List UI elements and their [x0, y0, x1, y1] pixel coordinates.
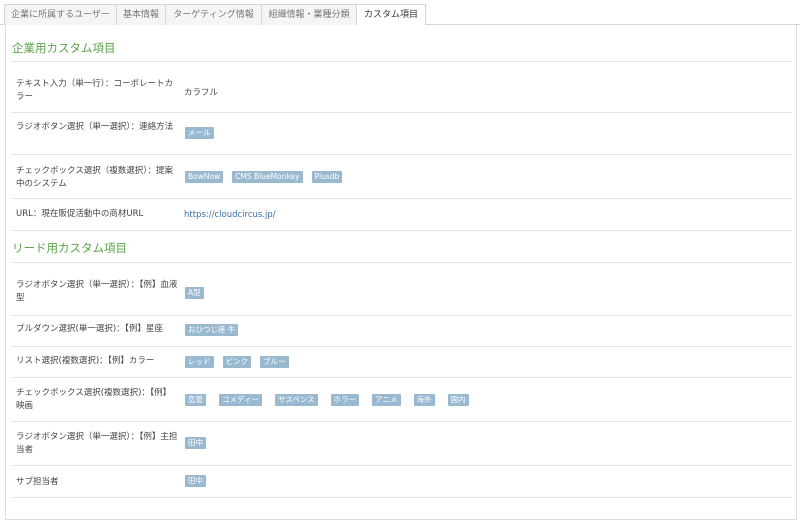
tag: 国内 [447, 394, 469, 406]
tag-list: 田中 [185, 437, 206, 449]
tag: 海外 [413, 394, 435, 406]
tag: 田中 [185, 437, 206, 449]
tag: レッド [185, 356, 214, 368]
divider [12, 315, 792, 316]
field-label: ラジオボタン選択（単一選択）：連絡方法 [16, 122, 174, 132]
tag: ブルー [260, 356, 289, 368]
tag-list: おひつじ座 牛 [185, 324, 239, 336]
tag: ピンク [222, 356, 251, 368]
tag-list: A型 [185, 287, 204, 299]
tag-list: メール [185, 127, 214, 139]
field-value: カラフル [184, 88, 219, 98]
tab-company-users[interactable]: 企業に所属するユーザー [4, 4, 117, 25]
custom-fields-panel: 企業用カスタム項目 テキスト入力（単一行）：コーポレートカラー カラフル ラジオ… [5, 25, 797, 520]
tag-list: 田中 [185, 475, 206, 487]
tab-basic-info[interactable]: 基本情報 [116, 4, 166, 25]
divider [12, 377, 792, 378]
divider [12, 198, 792, 199]
field-label: リスト選択(複数選択)：【例】カラー [16, 356, 155, 366]
tag-list: 恋愛 コメディー サスペンス ホラー アニメ 海外 国内 [185, 394, 469, 406]
divider [12, 465, 792, 466]
field-label: テキスト入力（単一行）：コーポレートカラー [16, 79, 173, 102]
field-label: サブ担当者 [16, 477, 59, 487]
field-label: プルダウン選択(単一選択)：【例】星座 [16, 324, 163, 334]
tag: 田中 [185, 475, 206, 487]
tag: コメディー [219, 394, 262, 406]
tab-targeting-info[interactable]: ターゲティング情報 [165, 4, 262, 25]
company-section-title: 企業用カスタム項目 [12, 41, 116, 55]
field-label: URL：現在販促活動中の商材URL [16, 209, 144, 219]
tag: BowNow [185, 171, 224, 183]
divider [12, 262, 792, 263]
field-label: チェックボックス選択(複数選択)：【例】映画 [16, 388, 172, 411]
field-label: ラジオボタン選択（単一選択）：【例】主担当者 [16, 432, 178, 455]
tag-list: レッド ピンク ブルー [185, 356, 289, 368]
divider [12, 112, 792, 113]
tag: ホラー [330, 394, 360, 406]
divider [12, 421, 792, 422]
tag: A型 [185, 287, 204, 299]
tag-list: BowNow CMS BlueMonkey Plusdb [185, 171, 343, 183]
tab-organization-info[interactable]: 組織情報・業種分類 [261, 4, 357, 25]
tab-custom-fields[interactable]: カスタム項目 [356, 4, 426, 26]
tag: CMS BlueMonkey [232, 171, 303, 183]
lead-section-title: リード用カスタム項目 [12, 241, 127, 255]
divider [12, 497, 792, 498]
tag: アニメ [372, 394, 401, 406]
divider [12, 346, 792, 347]
url-link[interactable]: https://cloudcircus.jp/ [184, 210, 276, 220]
divider [12, 154, 792, 155]
divider [12, 61, 792, 62]
tag: メール [185, 127, 214, 139]
tag: Plusdb [311, 171, 343, 183]
tag: サスペンス [274, 394, 318, 406]
field-label: ラジオボタン選択（単一選択）：【例】血液型 [16, 280, 178, 303]
tab-bar: 企業に所属するユーザー 基本情報 ターゲティング情報 組織情報・業種分類 カスタ… [0, 0, 800, 26]
tag: 恋愛 [185, 394, 206, 406]
tag: おひつじ座 牛 [185, 324, 239, 336]
field-label: チェックボックス選択（複数選択）：提案中のシステム [16, 166, 173, 189]
divider [12, 230, 792, 231]
